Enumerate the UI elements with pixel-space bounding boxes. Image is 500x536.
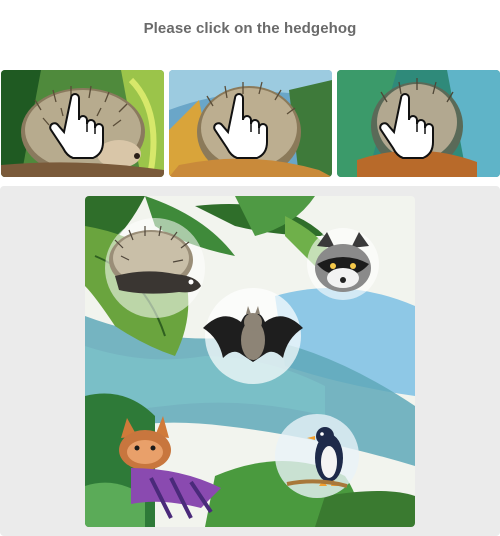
example-images-row xyxy=(0,70,500,177)
example-hedgehog-image-1 xyxy=(1,70,164,177)
challenge-canvas[interactable] xyxy=(85,196,415,527)
captcha-page: Please click on the hedgehog xyxy=(0,0,500,536)
penguin-token[interactable] xyxy=(275,414,359,498)
challenge-stage xyxy=(0,186,500,536)
raccoon-token[interactable] xyxy=(307,228,379,300)
example-hedgehog-image-2 xyxy=(169,70,332,177)
hedgehog-token[interactable] xyxy=(105,218,205,318)
example-hedgehog-image-3 xyxy=(337,70,500,177)
challenge-prompt: Please click on the hedgehog xyxy=(143,20,357,37)
